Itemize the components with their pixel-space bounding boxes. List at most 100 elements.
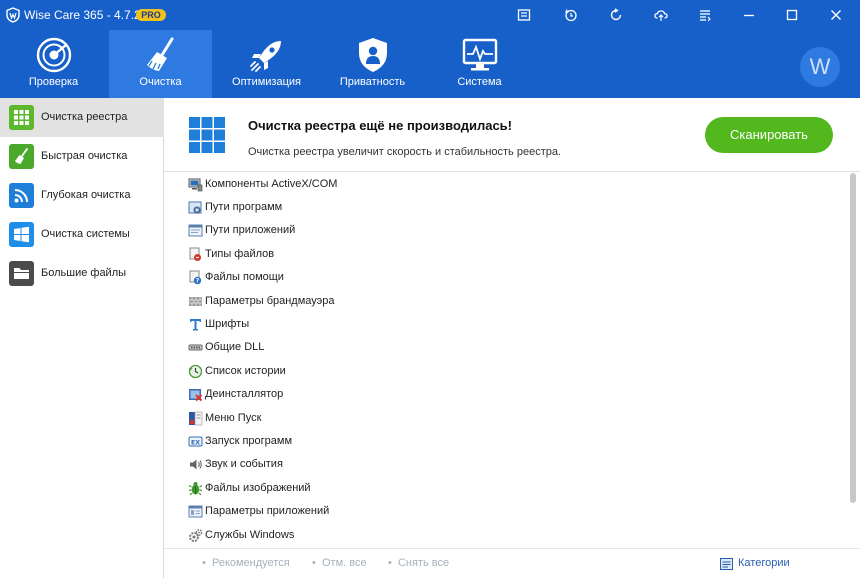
startup-icon: EX bbox=[188, 436, 203, 447]
tab-privacy[interactable]: Приватность bbox=[321, 30, 424, 98]
tab-optimization-label: Оптимизация bbox=[232, 76, 301, 88]
firewall-icon bbox=[189, 297, 202, 306]
list-item-label: Файлы помощи bbox=[205, 271, 284, 283]
image-file-icon bbox=[188, 482, 203, 496]
refresh-button[interactable] bbox=[605, 4, 627, 26]
wise-care-logo-icon bbox=[6, 7, 20, 23]
list-item-label: Запуск программ bbox=[205, 435, 293, 447]
deselect-all-label: Снять все bbox=[397, 557, 450, 569]
deselect-all-link[interactable]: • Снять все bbox=[388, 557, 449, 569]
sidebar-item-registry-cleanup[interactable]: Очистка реестра bbox=[0, 98, 164, 137]
sidebar-item-label: Очистка системы bbox=[41, 228, 130, 240]
sidebar-item-deep-cleanup[interactable]: Глубокая очистка bbox=[0, 176, 164, 215]
folder-icon bbox=[9, 261, 34, 286]
sidebar-item-quick-cleanup[interactable]: Быстрая очистка bbox=[0, 137, 164, 176]
maximize-button[interactable] bbox=[781, 4, 803, 26]
sidebar-item-label: Глубокая очистка bbox=[41, 189, 131, 201]
close-button[interactable] bbox=[825, 4, 847, 26]
cleanup-sidebar: Очистка реестра Быстрая очистка Глубокая… bbox=[0, 98, 164, 578]
sidebar-item-label: Очистка реестра bbox=[41, 111, 128, 123]
tab-system-label: Система bbox=[457, 76, 502, 88]
program-path-icon bbox=[188, 201, 202, 214]
scrollbar-thumb[interactable] bbox=[850, 173, 856, 503]
list-item-label: Файлы изображений bbox=[205, 482, 311, 494]
list-item-label: Общие DLL bbox=[205, 341, 265, 353]
tab-check[interactable]: Проверка bbox=[2, 30, 105, 98]
broom-icon bbox=[147, 37, 174, 71]
list-item-label: Звук и события bbox=[205, 458, 283, 470]
svg-text:?: ? bbox=[196, 278, 200, 285]
list-item-label: Параметры приложений bbox=[205, 505, 330, 517]
services-icon bbox=[189, 529, 203, 542]
select-all-label: Отм. все bbox=[321, 557, 367, 569]
list-item-label: Список истории bbox=[205, 365, 286, 377]
recommended-label: Рекомендуется bbox=[211, 557, 290, 569]
tab-optimization[interactable]: Оптимизация bbox=[215, 30, 318, 98]
tab-check-label: Проверка bbox=[28, 76, 79, 88]
list-footer: • Рекомендуется • Отм. все • Снять все К… bbox=[164, 548, 860, 578]
deep-clean-icon bbox=[9, 183, 34, 208]
uninstaller-icon bbox=[189, 389, 203, 402]
radar-icon bbox=[36, 37, 72, 73]
monitor-icon bbox=[462, 38, 498, 71]
select-all-link[interactable]: • Отм. все bbox=[312, 557, 367, 569]
layout-icon bbox=[517, 9, 531, 21]
list-item-label: Параметры брандмауэра bbox=[205, 295, 335, 307]
svg-text:EX: EX bbox=[191, 439, 200, 446]
shield-icon bbox=[359, 38, 387, 72]
font-icon bbox=[190, 319, 201, 331]
registry-category-list: Компоненты ActiveX/COM Пути программ Пут… bbox=[164, 173, 848, 548]
minimize-button[interactable] bbox=[738, 4, 760, 26]
close-icon bbox=[831, 10, 841, 20]
history-icon bbox=[565, 9, 577, 22]
main-nav: Проверка Очистка Оптимизация Приватность bbox=[0, 30, 860, 98]
list-item-label: Меню Пуск bbox=[205, 412, 262, 424]
tab-cleanup[interactable]: Очистка bbox=[109, 30, 212, 98]
menu-button[interactable] bbox=[694, 4, 716, 26]
categories-link[interactable]: Категории bbox=[738, 557, 790, 569]
file-type-icon bbox=[189, 247, 201, 261]
list-item-label: Пути программ bbox=[205, 201, 283, 213]
list-scrollbar[interactable] bbox=[849, 173, 858, 548]
list-item-label: Пути приложений bbox=[205, 224, 296, 236]
list-item-label: Деинсталлятор bbox=[205, 388, 284, 400]
refresh-icon bbox=[610, 8, 622, 21]
page-subtitle: Очистка реестра увеличит скорость и стаб… bbox=[248, 146, 562, 158]
list-item-label: Компоненты ActiveX/COM bbox=[205, 178, 338, 190]
app-title: Wise Care 365 - 4.7.2 bbox=[24, 8, 141, 22]
activex-icon bbox=[188, 178, 203, 192]
pro-badge: PRO bbox=[136, 9, 166, 21]
scan-button[interactable]: Сканировать bbox=[705, 117, 833, 153]
title-bar: Wise Care 365 - 4.7.2 PRO bbox=[0, 0, 860, 30]
layout-button[interactable] bbox=[513, 4, 535, 26]
minimize-icon bbox=[744, 14, 754, 17]
sidebar-item-system-cleanup[interactable]: Очистка системы bbox=[0, 215, 164, 254]
list-item-label: Шрифты bbox=[205, 318, 250, 330]
sound-icon bbox=[190, 459, 202, 470]
sidebar-item-large-files[interactable]: Большие файлы bbox=[0, 254, 164, 293]
tab-cleanup-label: Очистка bbox=[139, 76, 182, 88]
history-list-icon bbox=[188, 364, 203, 379]
page-title: Очистка реестра ещё не производилась! bbox=[248, 118, 512, 133]
dll-icon bbox=[188, 344, 203, 351]
cloud-icon bbox=[654, 10, 668, 21]
rocket-icon bbox=[250, 41, 281, 72]
app-settings-icon bbox=[188, 505, 203, 518]
windows-icon bbox=[9, 222, 34, 247]
user-avatar[interactable]: W bbox=[800, 47, 840, 87]
start-menu-icon bbox=[189, 411, 203, 426]
sidebar-item-label: Быстрая очистка bbox=[41, 150, 128, 162]
list-item-label: Службы Windows bbox=[205, 529, 295, 541]
registry-grid-icon bbox=[9, 105, 34, 130]
registry-grid-icon bbox=[189, 117, 225, 153]
cloud-button[interactable] bbox=[650, 4, 672, 26]
app-path-icon bbox=[188, 224, 203, 237]
recommended-link[interactable]: • Рекомендуется bbox=[202, 557, 290, 569]
history-button[interactable] bbox=[560, 4, 582, 26]
sidebar-item-label: Большие файлы bbox=[41, 267, 127, 279]
broom-icon bbox=[9, 144, 34, 169]
categories-icon bbox=[720, 558, 733, 570]
tab-system[interactable]: Система bbox=[428, 30, 531, 98]
tab-privacy-label: Приватность bbox=[339, 76, 406, 88]
list-item-label: Типы файлов bbox=[205, 248, 275, 260]
